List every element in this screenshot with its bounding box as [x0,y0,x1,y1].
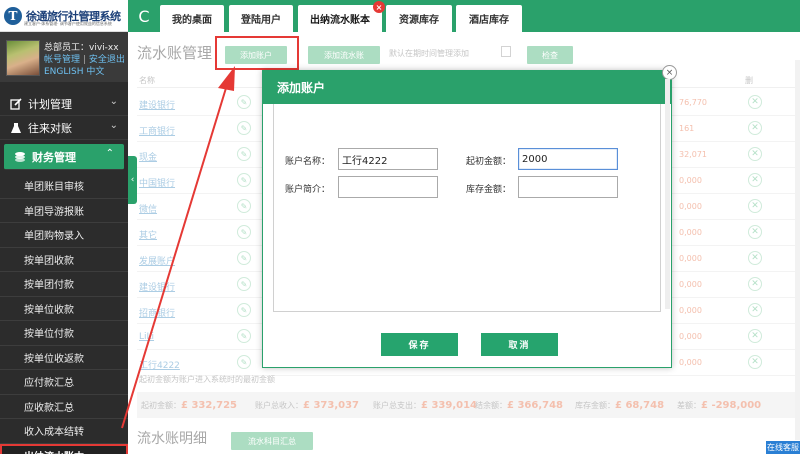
initial-amount-label: 起初金额： [466,157,512,167]
tab-my-desktop[interactable]: 我的桌面 [160,5,224,32]
sidebar-collapse-toggle[interactable]: ‹ [128,156,137,204]
cancel-button[interactable]: 取消 [481,333,558,356]
dialog-body: 账户名称： 起初金额： 账户简介： 库存金额： [273,104,661,312]
chevron-up-icon: ⌃ [105,148,114,159]
sidebar-item-unit-pay[interactable]: 按单位付款 [0,321,128,346]
nav-group-label: 往来对账 [28,121,72,135]
sidebar-item-receivable-summary[interactable]: 应收款汇总 [0,395,128,419]
lang-chinese-link[interactable]: 中文 [86,67,104,77]
initial-amount-input[interactable] [518,148,618,170]
tab-hotel-stock[interactable]: 酒店库存 [456,5,522,32]
tab-login-users[interactable]: 登陆用户 [229,5,293,32]
sidebar-item-unit-receive[interactable]: 按单位收款 [0,297,128,321]
nav-group-label: 计划管理 [28,97,72,111]
lang-english-link[interactable]: ENGLISH [44,67,84,77]
tab-cashier-ledger[interactable]: 出纳流水账本 [298,5,382,32]
nav-group-finance[interactable]: 财务管理 ⌃ [4,144,124,170]
app-subtitle: 建立客户·体系管理· 调节客户使用效益的信息系统 [24,21,112,26]
account-intro-input[interactable] [338,176,438,198]
sidebar-item-shopping-entry[interactable]: 单团购物录入 [0,223,128,248]
sidebar-item-group-pay[interactable]: 按单团付款 [0,272,128,297]
nav-group-reconcile[interactable]: 往来对账 ⌄ [0,116,128,140]
dialog-title: 添加账户 [263,71,671,104]
save-button[interactable]: 保存 [381,333,458,356]
logo[interactable]: T 徐通旅行社管理系统 建立客户·体系管理· 调节客户使用效益的信息系统 [0,0,128,32]
sidebar: T 徐通旅行社管理系统 建立客户·体系管理· 调节客户使用效益的信息系统 总部员… [0,0,128,454]
avatar[interactable] [6,40,40,76]
nav-group-plan[interactable]: 计划管理 ⌄ [0,92,128,116]
stock-amount-label: 库存金额： [466,185,512,195]
chevron-down-icon: ⌄ [109,120,118,131]
sidebar-item-group-audit[interactable]: 单团账目审核 [0,174,128,199]
sidebar-item-group-receive[interactable]: 按单团收款 [0,248,128,272]
money-icon [15,151,25,162]
sidebar-item-unit-rebate[interactable]: 按单位收返款 [0,346,128,370]
chevron-down-icon: ⌄ [109,96,118,107]
account-name-input[interactable] [338,148,438,170]
close-icon[interactable]: × [373,1,385,13]
refresh-icon[interactable]: C [132,4,156,28]
account-name-label: 账户名称： [285,157,331,167]
online-service-button[interactable]: 在线客服 [766,441,800,454]
annotation-highlight [215,36,299,70]
close-icon[interactable]: × [662,65,677,80]
sidebar-item-guide-report[interactable]: 单团导游报账 [0,199,128,223]
sidebar-item-cost-transfer[interactable]: 收入成本结转 [0,419,128,444]
nav-group-label: 财务管理 [32,150,76,164]
logo-mark: T [4,6,22,25]
user-panel: 总部员工：vivi-xx 帐号管理 | 安全退出 ENGLISH 中文 [0,32,128,82]
sidebar-item-payable-summary[interactable]: 应付款汇总 [0,370,128,395]
stock-amount-input[interactable] [518,176,618,198]
add-account-dialog: 添加账户 × 账户名称： 起初金额： 账户简介： 库存金额： 保存 取消 [262,65,677,368]
scrollbar[interactable] [665,79,670,309]
tab-bar: C 我的桌面 登陆用户 出纳流水账本 资源库存 酒店库存 × [128,0,800,32]
sidebar-item-cashier-ledger[interactable]: 出纳流水账本 [0,443,128,454]
flask-icon [11,122,21,133]
edit-icon [10,97,22,110]
tab-resource-stock[interactable]: 资源库存 [386,5,452,32]
account-intro-label: 账户简介： [285,185,331,195]
